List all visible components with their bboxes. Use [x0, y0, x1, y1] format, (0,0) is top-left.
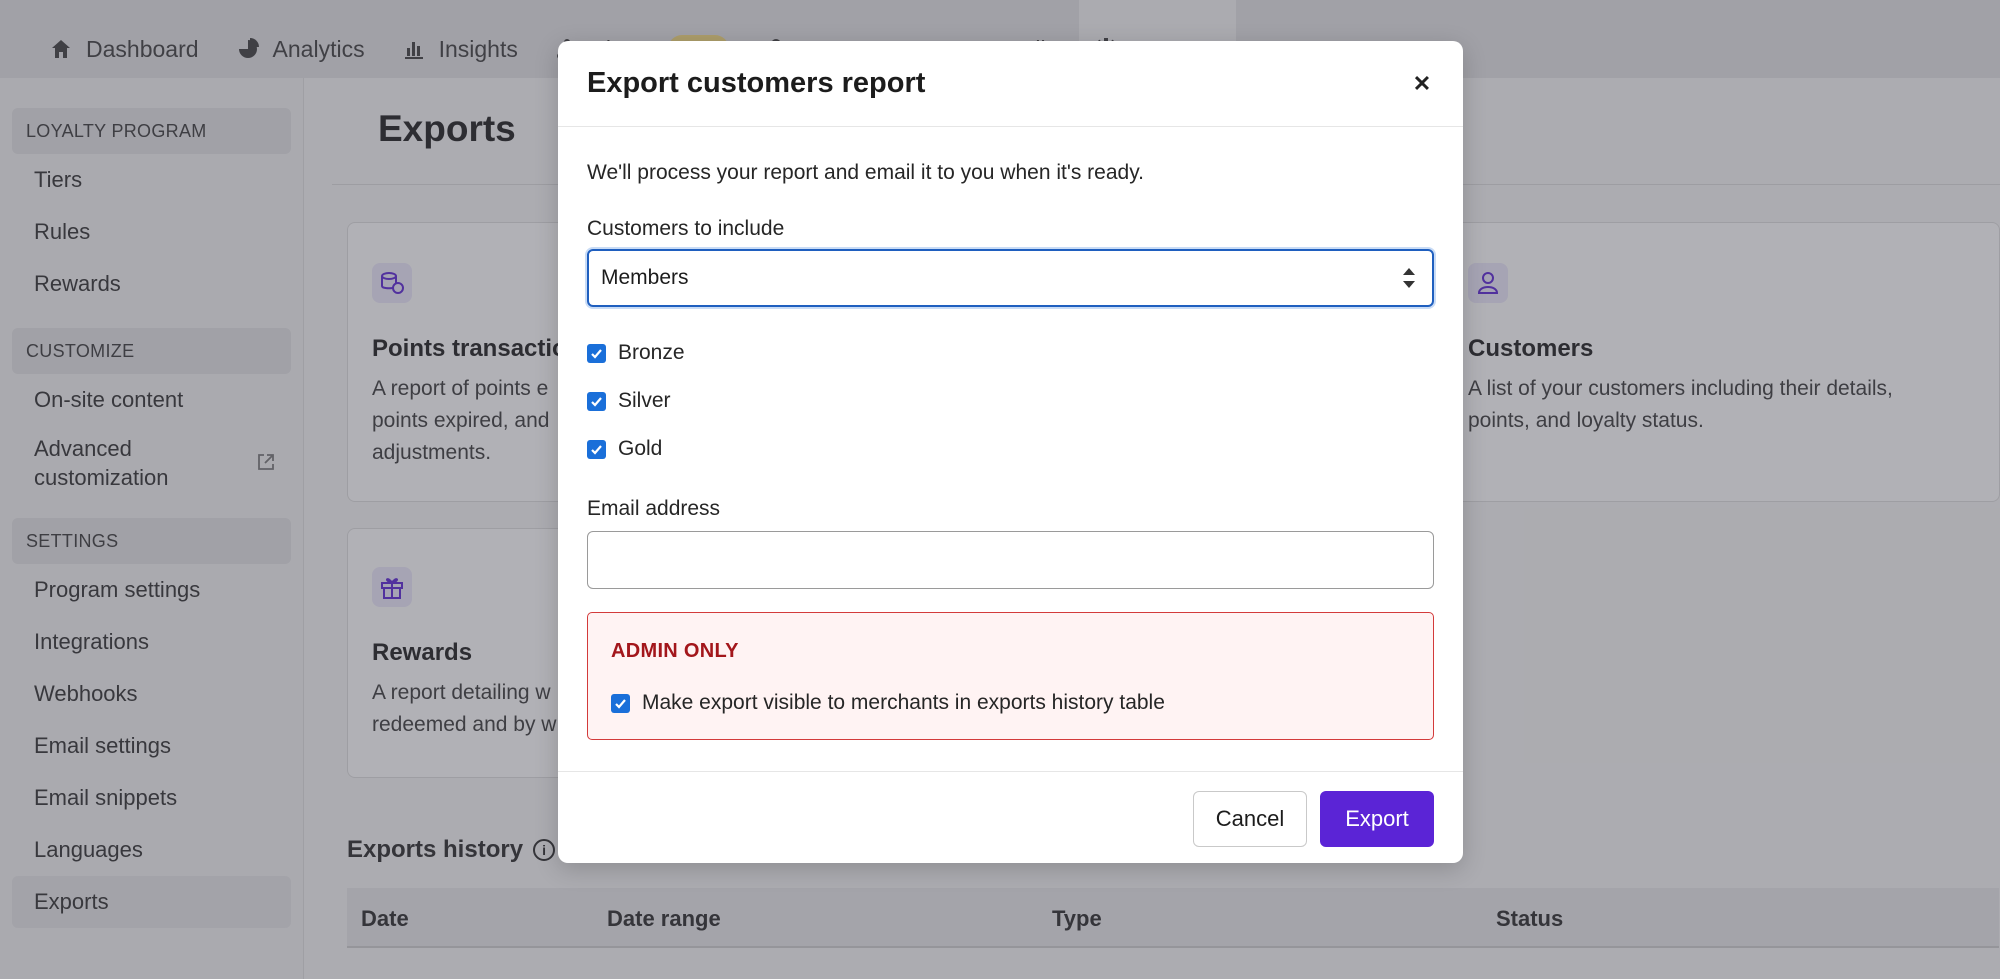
close-icon[interactable]: ✕	[1407, 69, 1437, 99]
admin-only-title: ADMIN ONLY	[611, 640, 739, 662]
modal-header: Export customers report ✕	[558, 41, 1463, 127]
tier-checkbox-silver[interactable]: Silver	[587, 389, 671, 413]
email-label: Email address	[587, 497, 721, 520]
select-arrows-icon	[1402, 267, 1416, 289]
customers-label: Customers to include	[587, 217, 785, 240]
merchant-visible-checkbox[interactable]: Make export visible to merchants in expo…	[611, 691, 1165, 715]
export-button[interactable]: Export	[1320, 791, 1434, 847]
checkbox-checked[interactable]	[587, 343, 606, 363]
select-value: Members	[601, 266, 689, 289]
cancel-button[interactable]: Cancel	[1193, 791, 1307, 847]
modal-intro-text: We'll process your report and email it t…	[587, 161, 1144, 184]
checkbox-checked[interactable]	[587, 391, 606, 411]
tier-checkbox-gold[interactable]: Gold	[587, 437, 662, 461]
checkbox-checked[interactable]	[611, 693, 630, 713]
tier-checkbox-bronze[interactable]: Bronze	[587, 341, 685, 365]
checkbox-checked[interactable]	[587, 439, 606, 459]
export-customers-modal: Export customers report ✕ We'll process …	[558, 41, 1463, 863]
admin-only-box: ADMIN ONLY Make export visible to mercha…	[587, 612, 1434, 740]
customers-select[interactable]: Members	[587, 249, 1434, 307]
modal-footer: Cancel Export	[558, 771, 1463, 863]
email-field[interactable]	[587, 531, 1434, 589]
modal-title: Export customers report	[587, 67, 926, 99]
